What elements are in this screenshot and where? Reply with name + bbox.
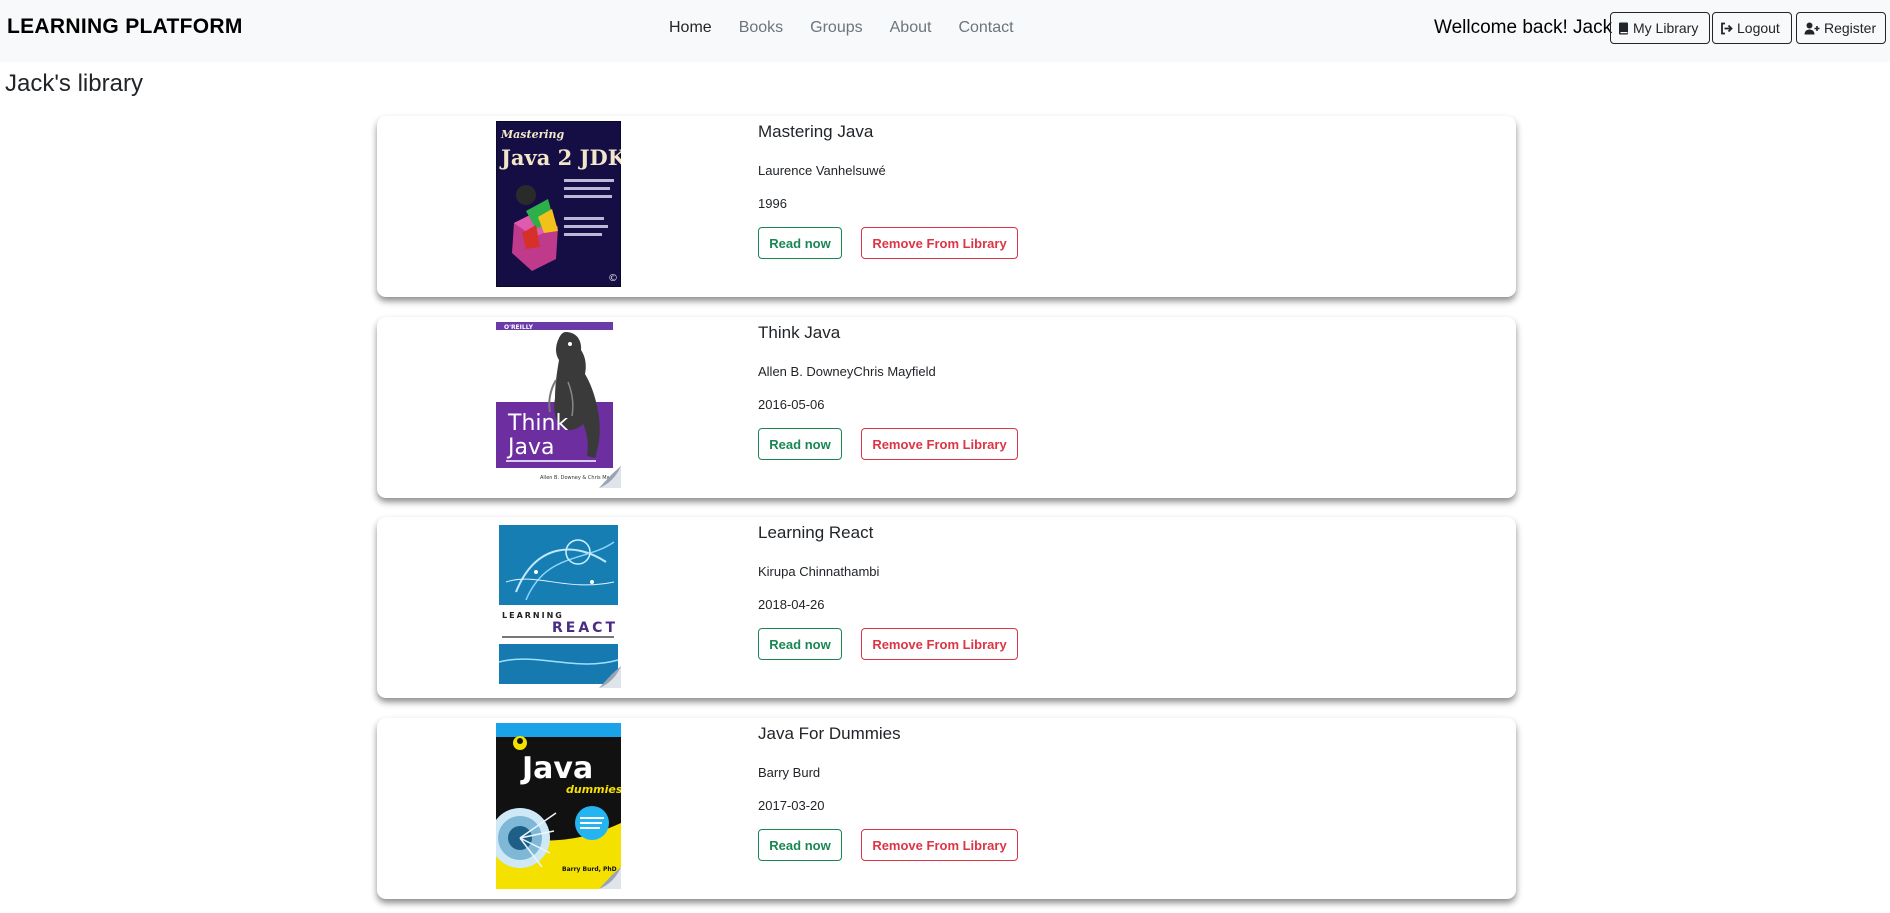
read-now-button[interactable]: Read now xyxy=(758,628,842,660)
register-label: Register xyxy=(1824,20,1877,36)
nav-link-groups[interactable]: Groups xyxy=(810,19,862,37)
my-library-label: My Library xyxy=(1633,20,1699,36)
book-title: Mastering Java xyxy=(758,122,874,141)
book-title: Java For Dummies xyxy=(758,724,901,743)
book-title: Learning React xyxy=(758,523,874,542)
logout-label: Logout xyxy=(1737,20,1780,36)
cover-publisher: O'REILLY xyxy=(504,324,534,331)
book-date: 2017-03-20 xyxy=(758,798,825,813)
book-date: 2018-04-26 xyxy=(758,597,825,612)
book-card: LEARNING REACT Learning React Kirupa Chi… xyxy=(377,517,1516,698)
remove-from-library-button[interactable]: Remove From Library xyxy=(861,227,1018,259)
cover-title-line2: REACT xyxy=(552,620,618,636)
book-title: Think Java xyxy=(758,323,841,342)
cover-authors: Allen B. Downey & Chris Ma xyxy=(540,475,610,481)
remove-from-library-button[interactable]: Remove From Library xyxy=(861,428,1018,460)
cover-title-line1: Mastering xyxy=(500,128,565,141)
book-date: 1996 xyxy=(758,196,787,211)
cover-title-line1: Think xyxy=(507,411,568,436)
book-author: Kirupa Chinnathambi xyxy=(758,564,880,579)
book-card: O'REILLY Think Java Allen B. Downey & Ch… xyxy=(377,317,1516,498)
page-title: Jack's library xyxy=(5,70,143,97)
nav-link-books[interactable]: Books xyxy=(739,19,783,37)
cover-title-line1: LEARNING xyxy=(502,611,564,620)
nav-link-contact[interactable]: Contact xyxy=(958,19,1013,37)
cover-title-line2: Java 2 JDK xyxy=(499,145,621,170)
book-card: Mastering Java 2 JDK © Mastering Java La… xyxy=(377,116,1516,297)
logout-icon xyxy=(1721,22,1733,34)
book-author: Laurence Vanhelsuwé xyxy=(758,163,886,178)
remove-from-library-button[interactable]: Remove From Library xyxy=(861,829,1018,861)
book-cover-image: Mastering Java 2 JDK © xyxy=(496,121,621,287)
cover-title-line1: Java xyxy=(520,751,593,786)
book-author: Allen B. DowneyChris Mayfield xyxy=(758,364,936,379)
book-date: 2016-05-06 xyxy=(758,397,825,412)
welcome-message: Wellcome back! Jack xyxy=(1434,17,1613,38)
user-plus-icon xyxy=(1804,22,1820,34)
book-card: Java dummies Barry Burd, PhD Java For Du… xyxy=(377,718,1516,899)
cover-authors: Barry Burd, PhD xyxy=(562,866,617,873)
book-cover-image: Java dummies Barry Burd, PhD xyxy=(496,723,621,889)
nav-link-home[interactable]: Home xyxy=(669,19,712,37)
book-cover-image: O'REILLY Think Java Allen B. Downey & Ch… xyxy=(496,322,621,488)
my-library-button[interactable]: My Library xyxy=(1610,12,1710,44)
read-now-button[interactable]: Read now xyxy=(758,428,842,460)
book-cover-image: LEARNING REACT xyxy=(496,522,621,688)
nav-link-about[interactable]: About xyxy=(890,19,932,37)
register-button[interactable]: Register xyxy=(1796,12,1886,44)
logout-button[interactable]: Logout xyxy=(1712,12,1792,44)
cover-title-line2: dummies xyxy=(566,783,621,796)
read-now-button[interactable]: Read now xyxy=(758,829,842,861)
book-author: Barry Burd xyxy=(758,765,821,780)
svg-text:©: © xyxy=(608,273,618,284)
remove-from-library-button[interactable]: Remove From Library xyxy=(861,628,1018,660)
navbar: LEARNING PLATFORM Home Books Groups Abou… xyxy=(0,0,1890,62)
brand-logo[interactable]: LEARNING PLATFORM xyxy=(7,15,243,39)
book-icon xyxy=(1619,22,1628,34)
main-nav: Home Books Groups About Contact xyxy=(669,19,1041,37)
read-now-button[interactable]: Read now xyxy=(758,227,842,259)
cover-title-line2: Java xyxy=(506,435,554,460)
